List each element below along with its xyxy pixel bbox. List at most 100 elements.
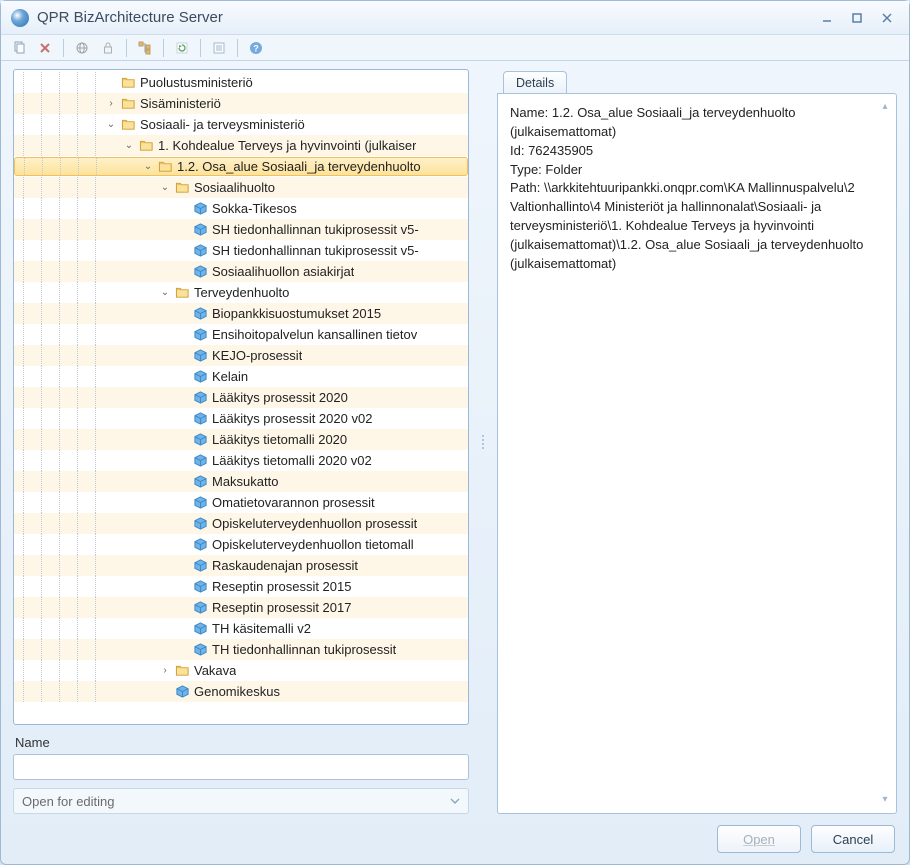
tree-row-label: 1.2. Osa_alue Sosiaali_ja terveydenhuolt… — [177, 159, 421, 174]
model-icon — [192, 600, 208, 616]
tree-row-label: TH tiedonhallinnan tukiprosessit — [212, 642, 396, 657]
scroll-up-button[interactable]: ▴ — [878, 100, 892, 114]
tree-row-label: Lääkitys tietomalli 2020 v02 — [212, 453, 372, 468]
model-icon — [192, 537, 208, 553]
tree-row[interactable]: Reseptin prosessit 2017 — [14, 597, 468, 618]
tree-row-label: Biopankkisuostumukset 2015 — [212, 306, 381, 321]
tree-row[interactable]: ›Vakava — [14, 660, 468, 681]
tab-details[interactable]: Details — [503, 71, 567, 93]
left-column: Puolustusministeriö›Sisäministeriö⌄Sosia… — [13, 69, 469, 814]
tree-row[interactable]: Opiskeluterveydenhuollon tietomall — [14, 534, 468, 555]
toolbar-copy-button[interactable] — [9, 38, 29, 58]
tree-row[interactable]: ⌄Sosiaali- ja terveysministeriö — [14, 114, 468, 135]
tree-row-label: Lääkitys prosessit 2020 — [212, 390, 348, 405]
model-icon — [192, 453, 208, 469]
toolbar: ? — [1, 35, 909, 61]
folder-icon — [174, 180, 190, 196]
expand-icon[interactable]: › — [158, 665, 172, 676]
window-title: QPR BizArchitecture Server — [37, 9, 223, 26]
tree-row[interactable]: Ensihoitopalvelun kansallinen tietov — [14, 324, 468, 345]
tree-row[interactable]: Omatietovarannon prosessit — [14, 492, 468, 513]
tree-row-label: Ensihoitopalvelun kansallinen tietov — [212, 327, 417, 342]
tree-row[interactable]: Biopankkisuostumukset 2015 — [14, 303, 468, 324]
app-icon — [11, 9, 29, 27]
tree-row[interactable]: Sokka-Tikesos — [14, 198, 468, 219]
tree-row[interactable]: Genomikeskus — [14, 681, 468, 702]
splitter[interactable] — [479, 69, 487, 814]
toolbar-delete-button[interactable] — [35, 38, 55, 58]
globe-icon — [75, 41, 89, 55]
model-icon — [192, 348, 208, 364]
maximize-icon — [851, 12, 863, 24]
toolbar-globe-button[interactable] — [72, 38, 92, 58]
tree-row[interactable]: ⌄Sosiaalihuolto — [14, 177, 468, 198]
folder-icon — [174, 663, 190, 679]
tree-row-label: 1. Kohdealue Terveys ja hyvinvointi (jul… — [158, 138, 416, 153]
tree-row-label: Genomikeskus — [194, 684, 280, 699]
tree-row[interactable]: Opiskeluterveydenhuollon prosessit — [14, 513, 468, 534]
details-name: Name: 1.2. Osa_alue Sosiaali_ja terveyde… — [510, 104, 874, 142]
toolbar-separator — [237, 39, 238, 57]
tree-row[interactable]: Kelain — [14, 366, 468, 387]
collapse-icon[interactable]: ⌄ — [158, 287, 172, 298]
toolbar-properties-button[interactable] — [209, 38, 229, 58]
expand-icon[interactable]: › — [104, 98, 118, 109]
toolbar-help-button[interactable]: ? — [246, 38, 266, 58]
name-input[interactable] — [13, 754, 469, 780]
maximize-button[interactable] — [845, 8, 869, 28]
model-icon — [174, 684, 190, 700]
tree-row-label: SH tiedonhallinnan tukiprosessit v5- — [212, 243, 419, 258]
folder-icon — [157, 159, 173, 175]
tree-row-label: SH tiedonhallinnan tukiprosessit v5- — [212, 222, 419, 237]
tree-row[interactable]: Raskaudenajan prosessit — [14, 555, 468, 576]
scroll-down-button[interactable]: ▾ — [878, 793, 892, 807]
model-icon — [192, 495, 208, 511]
tree-row-label: Reseptin prosessit 2015 — [212, 579, 351, 594]
toolbar-tree-button[interactable] — [135, 38, 155, 58]
close-button[interactable] — [875, 8, 899, 28]
delete-icon — [38, 41, 52, 55]
tree-row[interactable]: Sosiaalihuollon asiakirjat — [14, 261, 468, 282]
tree-row[interactable]: SH tiedonhallinnan tukiprosessit v5- — [14, 219, 468, 240]
toolbar-lock-button[interactable] — [98, 38, 118, 58]
tree-row[interactable]: Lääkitys prosessit 2020 — [14, 387, 468, 408]
tree-row[interactable]: Maksukatto — [14, 471, 468, 492]
cancel-button[interactable]: Cancel — [811, 825, 895, 853]
tree-row-label: Lääkitys tietomalli 2020 — [212, 432, 347, 447]
app-window: QPR BizArchitecture Server ? Puolu — [0, 0, 910, 865]
toolbar-separator — [200, 39, 201, 57]
tree-row[interactable]: KEJO-prosessit — [14, 345, 468, 366]
open-button[interactable]: Open — [717, 825, 801, 853]
minimize-button[interactable] — [815, 8, 839, 28]
tree-row[interactable]: Lääkitys tietomalli 2020 — [14, 429, 468, 450]
tree-row[interactable]: TH käsitemalli v2 — [14, 618, 468, 639]
action-select[interactable]: Open for editing — [13, 788, 469, 814]
details-id: Id: 762435905 — [510, 142, 874, 161]
tree-row-label: Reseptin prosessit 2017 — [212, 600, 351, 615]
tree-row[interactable]: Lääkitys tietomalli 2020 v02 — [14, 450, 468, 471]
collapse-icon[interactable]: ⌄ — [104, 119, 118, 130]
tree-row[interactable]: ⌄ 1. Kohdealue Terveys ja hyvinvointi (ju… — [14, 135, 468, 156]
minimize-icon — [821, 12, 833, 24]
tree-row[interactable]: ⌄ Terveydenhuolto — [14, 282, 468, 303]
tree-row[interactable]: SH tiedonhallinnan tukiprosessit v5- — [14, 240, 468, 261]
folder-icon — [120, 75, 136, 91]
tree-scroll[interactable]: Puolustusministeriö›Sisäministeriö⌄Sosia… — [14, 72, 468, 722]
tree-row[interactable]: TH tiedonhallinnan tukiprosessit — [14, 639, 468, 660]
details-type: Type: Folder — [510, 161, 874, 180]
tree-row-label: Sokka-Tikesos — [212, 201, 297, 216]
toolbar-refresh-button[interactable] — [172, 38, 192, 58]
name-field-label: Name — [15, 735, 467, 750]
collapse-icon[interactable]: ⌄ — [122, 140, 136, 151]
collapse-icon[interactable]: ⌄ — [158, 182, 172, 193]
tree-row[interactable]: Lääkitys prosessit 2020 v02 — [14, 408, 468, 429]
refresh-icon — [175, 41, 189, 55]
tree-row[interactable]: Reseptin prosessit 2015 — [14, 576, 468, 597]
tree-row[interactable]: ›Sisäministeriö — [14, 93, 468, 114]
tree-row[interactable]: Puolustusministeriö — [14, 72, 468, 93]
tree-row[interactable]: ⌄ 1.2. Osa_alue Sosiaali_ja terveydenhuol… — [14, 157, 468, 176]
tree-row-label: Terveydenhuolto — [194, 285, 289, 300]
body: Puolustusministeriö›Sisäministeriö⌄Sosia… — [1, 61, 909, 820]
collapse-icon[interactable]: ⌄ — [141, 161, 155, 172]
model-icon — [192, 306, 208, 322]
